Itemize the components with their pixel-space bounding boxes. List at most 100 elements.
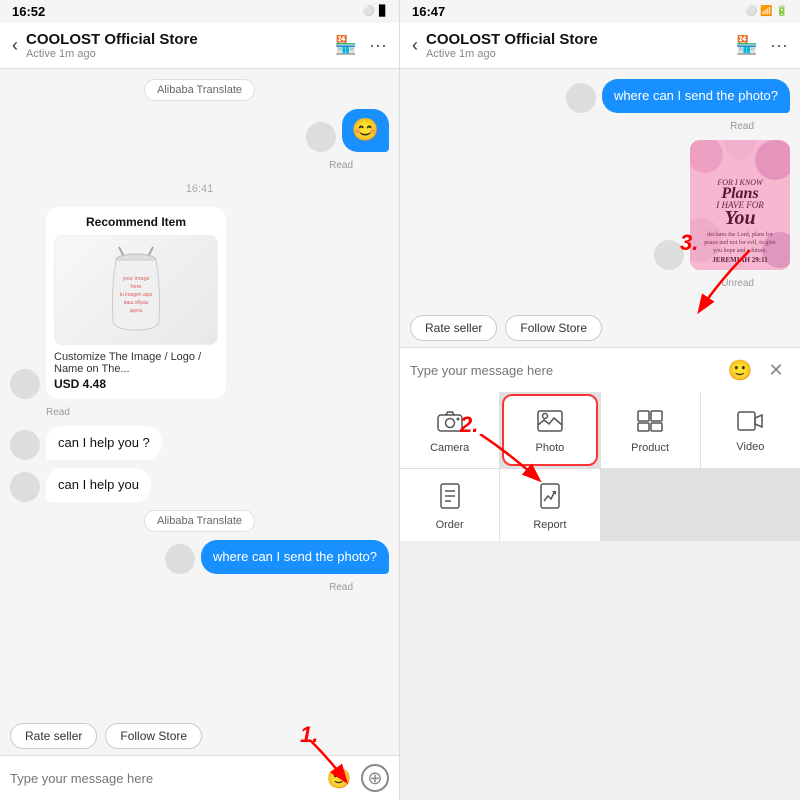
bag-svg: your image here tu imagen aqui ваш образ… bbox=[101, 245, 171, 335]
right-user-avatar bbox=[566, 83, 596, 113]
help-bubble-1: can I help you ? bbox=[46, 426, 162, 460]
store-icon[interactable]: 🏪 bbox=[335, 35, 357, 56]
help-message-row-1: can I help you ? bbox=[10, 426, 389, 460]
left-status-icons: ⚪ ▊ bbox=[363, 6, 387, 17]
report-svg bbox=[539, 483, 561, 509]
rate-seller-button-left[interactable]: Rate seller bbox=[10, 723, 97, 749]
left-plus-button[interactable]: ⊕ bbox=[361, 764, 389, 792]
store-avatar-1 bbox=[10, 369, 40, 399]
user-avatar-2 bbox=[165, 544, 195, 574]
media-grid-container: Camera Photo bbox=[400, 392, 800, 800]
video-svg bbox=[737, 411, 763, 431]
store-avatar-3 bbox=[10, 472, 40, 502]
camera-grid-item[interactable]: Camera bbox=[400, 392, 499, 468]
recommend-title: Recommend Item bbox=[54, 215, 218, 229]
send-photo-bubble: where can I send the photo? bbox=[201, 540, 389, 574]
left-header-info: COOLOST Official Store Active 1m ago bbox=[26, 31, 327, 60]
right-message-input[interactable] bbox=[410, 363, 718, 378]
right-status-bar: 16:47 ⚪ 📶 🔋 bbox=[400, 0, 800, 23]
right-panel: 16:47 ⚪ 📶 🔋 ‹ COOLOST Official Store Act… bbox=[400, 0, 800, 800]
left-time: 16:52 bbox=[12, 4, 45, 19]
right-time: 16:47 bbox=[412, 4, 445, 19]
recommend-message-row: Recommend Item your image here tu imagen… bbox=[10, 207, 389, 399]
order-grid-item[interactable]: Order bbox=[400, 469, 499, 541]
right-chat-area: where can I send the photo? Read FOR I K… bbox=[400, 69, 800, 309]
unread-label: Unread bbox=[410, 278, 754, 289]
recommend-image: your image here tu imagen aqui ваш образ… bbox=[54, 235, 218, 345]
svg-text:ваш образ: ваш образ bbox=[124, 300, 149, 306]
left-back-button[interactable]: ‹ bbox=[12, 35, 18, 56]
read-label-3: Read bbox=[10, 582, 353, 593]
right-send-photo-row: where can I send the photo? bbox=[410, 79, 790, 113]
video-label: Video bbox=[736, 441, 764, 453]
timestamp: 16:41 bbox=[10, 183, 389, 195]
emoji-bubble: 😊 bbox=[342, 109, 389, 152]
help-message-row-2: can I help you bbox=[10, 468, 389, 502]
right-active-status: Active 1m ago bbox=[426, 48, 728, 60]
product-icon bbox=[637, 410, 663, 438]
translate-button-2[interactable]: Alibaba Translate bbox=[144, 510, 255, 532]
left-emoji-button[interactable]: 🙂 bbox=[325, 764, 353, 792]
help-bubble-2: can I help you bbox=[46, 468, 151, 502]
svg-text:your image: your image bbox=[122, 276, 149, 282]
battery-icon: ▊ bbox=[379, 6, 387, 17]
product-svg bbox=[637, 410, 663, 432]
svg-text:declares the Lord, plans for: declares the Lord, plans for bbox=[707, 231, 773, 238]
camera-svg bbox=[437, 410, 463, 432]
photo-svg bbox=[537, 410, 563, 432]
right-chat-header: ‹ COOLOST Official Store Active 1m ago 🏪… bbox=[400, 23, 800, 69]
emoji-message-row: 😊 bbox=[10, 109, 389, 152]
video-icon bbox=[737, 411, 763, 437]
signal-icon: ⚪ bbox=[363, 6, 375, 17]
follow-store-button-right[interactable]: Follow Store bbox=[505, 315, 602, 341]
svg-text:здесь: здесь bbox=[130, 308, 143, 314]
left-status-bar: 16:52 ⚪ ▊ bbox=[0, 0, 399, 23]
left-active-status: Active 1m ago bbox=[26, 48, 327, 60]
right-signal-icon: ⚪ 📶 🔋 bbox=[745, 6, 788, 17]
left-action-buttons: Rate seller Follow Store bbox=[0, 717, 399, 755]
sent-photo-bubble: FOR I KNOW Plans I HAVE FOR You declares… bbox=[690, 140, 790, 270]
left-store-name: COOLOST Official Store bbox=[26, 31, 327, 48]
photo-background-svg: FOR I KNOW Plans I HAVE FOR You declares… bbox=[690, 140, 790, 270]
svg-text:tu imagen aqui: tu imagen aqui bbox=[120, 292, 153, 298]
photo-grid-item[interactable]: Photo bbox=[502, 394, 597, 466]
right-back-button[interactable]: ‹ bbox=[412, 35, 418, 56]
right-more-options-icon[interactable]: ··· bbox=[770, 35, 788, 56]
right-header-icons: 🏪 ··· bbox=[736, 35, 788, 56]
left-chat-area: Alibaba Translate 😊 Read 16:41 Recommend… bbox=[0, 69, 399, 717]
svg-text:JEREMIAH 29:11: JEREMIAH 29:11 bbox=[712, 256, 768, 264]
store-avatar-2 bbox=[10, 430, 40, 460]
follow-store-button-left[interactable]: Follow Store bbox=[105, 723, 202, 749]
video-grid-item[interactable]: Video bbox=[701, 392, 800, 468]
product-grid-item[interactable]: Product bbox=[601, 392, 700, 468]
left-input-bar: 🙂 ⊕ bbox=[0, 755, 399, 800]
right-header-info: COOLOST Official Store Active 1m ago bbox=[426, 31, 728, 60]
right-input-bar: 🙂 ✕ bbox=[400, 347, 800, 392]
sent-photo-row: FOR I KNOW Plans I HAVE FOR You declares… bbox=[410, 140, 790, 270]
report-icon bbox=[539, 483, 561, 515]
send-photo-row: where can I send the photo? bbox=[10, 540, 389, 574]
left-chat-header: ‹ COOLOST Official Store Active 1m ago 🏪… bbox=[0, 23, 399, 69]
report-label: Report bbox=[533, 519, 566, 531]
rate-seller-button-right[interactable]: Rate seller bbox=[410, 315, 497, 341]
left-message-input[interactable] bbox=[10, 771, 317, 786]
photo-label: Photo bbox=[536, 442, 565, 454]
user-avatar-right bbox=[306, 122, 336, 152]
right-store-name: COOLOST Official Store bbox=[426, 31, 728, 48]
camera-label: Camera bbox=[430, 442, 469, 454]
svg-text:here: here bbox=[130, 284, 141, 290]
read-label-1: Read bbox=[10, 160, 353, 171]
photo-icon bbox=[537, 410, 563, 438]
recommend-desc: Customize The Image / Logo / Name on The… bbox=[54, 351, 218, 375]
recommend-card[interactable]: Recommend Item your image here tu imagen… bbox=[46, 207, 226, 399]
right-store-icon[interactable]: 🏪 bbox=[736, 35, 758, 56]
left-header-icons: 🏪 ··· bbox=[335, 35, 387, 56]
report-grid-item[interactable]: Report bbox=[500, 469, 599, 541]
translate-button-1[interactable]: Alibaba Translate bbox=[144, 79, 255, 101]
right-read-label: Read bbox=[410, 121, 754, 132]
right-action-buttons: Rate seller Follow Store bbox=[400, 309, 800, 347]
more-options-icon[interactable]: ··· bbox=[369, 35, 387, 56]
right-emoji-button[interactable]: 🙂 bbox=[726, 356, 754, 384]
svg-text:You: You bbox=[724, 207, 755, 229]
right-close-button[interactable]: ✕ bbox=[762, 356, 790, 384]
